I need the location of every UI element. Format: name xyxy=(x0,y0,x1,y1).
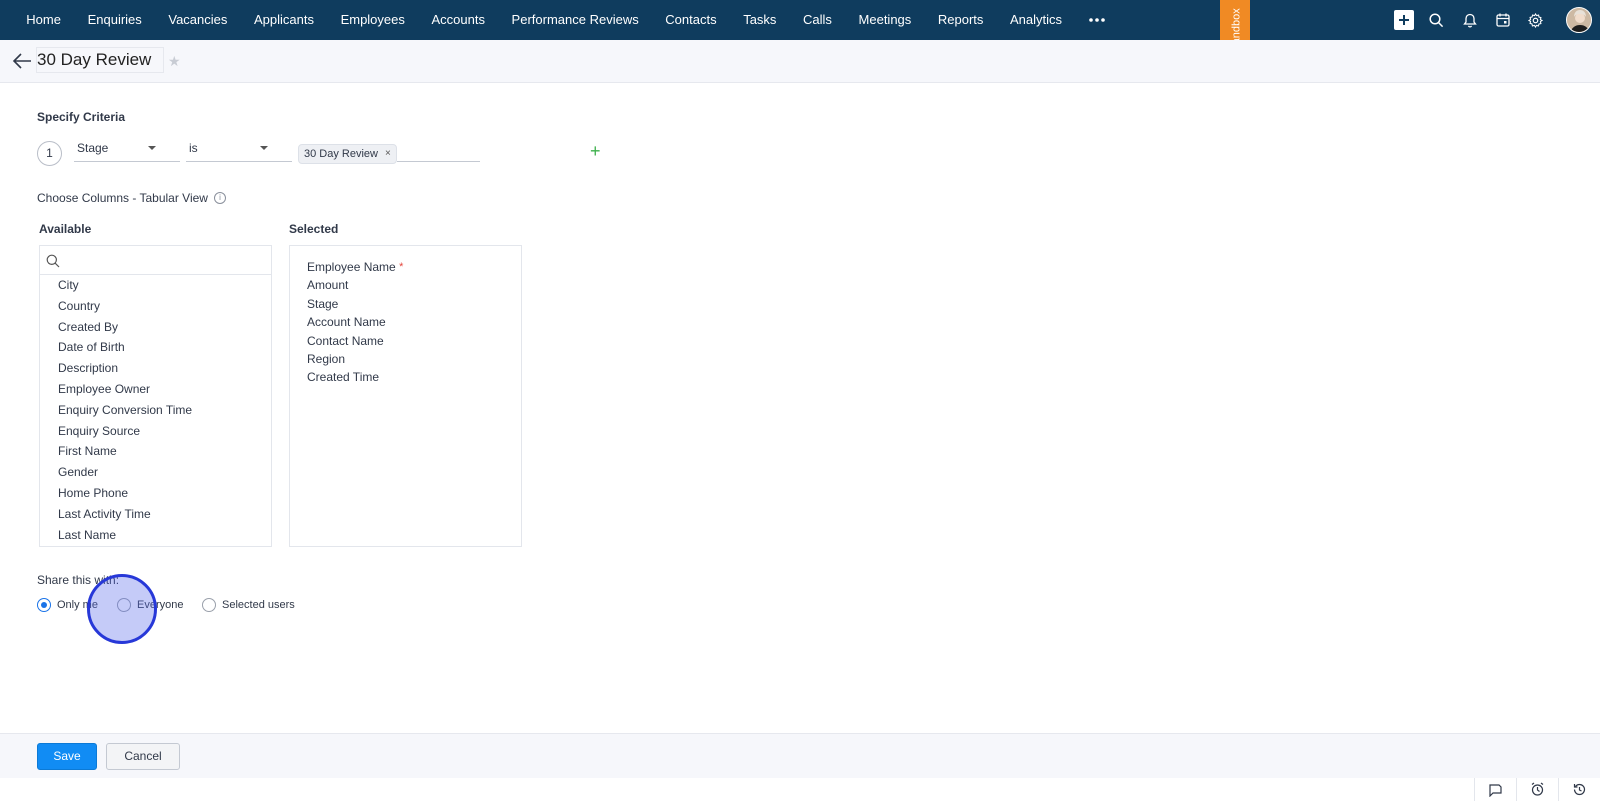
criteria-operator-value: is xyxy=(189,141,198,155)
criteria-value-input[interactable] xyxy=(397,161,480,162)
available-label: Available xyxy=(39,222,92,236)
share-only-me-radio[interactable]: Only me xyxy=(37,598,98,612)
list-item[interactable]: City xyxy=(58,275,271,296)
nav-accounts[interactable]: Accounts xyxy=(418,0,498,40)
radio-icon xyxy=(202,598,216,612)
bottom-toolbar xyxy=(1474,778,1600,801)
nav-contacts[interactable]: Contacts xyxy=(652,0,730,40)
message-icon[interactable] xyxy=(1474,778,1516,801)
avatar[interactable] xyxy=(1566,7,1592,33)
more-horizontal-icon[interactable] xyxy=(1075,0,1119,40)
selected-columns-list: Employee Name * Amount Stage Account Nam… xyxy=(289,245,522,547)
gear-icon[interactable] xyxy=(1519,0,1552,40)
list-item[interactable]: Last Name xyxy=(58,525,271,546)
nav-reports[interactable]: Reports xyxy=(925,0,997,40)
list-item[interactable]: Country xyxy=(58,296,271,317)
list-item[interactable]: Created Time xyxy=(307,368,521,386)
list-item[interactable]: Account Name xyxy=(307,313,521,331)
list-item[interactable]: Gender xyxy=(58,462,271,483)
view-title-bar: 30 Day Review ★ xyxy=(0,40,1600,83)
choose-columns-label: Choose Columns - Tabular View xyxy=(37,191,208,205)
plus-icon[interactable] xyxy=(1387,0,1420,40)
nav-applicants[interactable]: Applicants xyxy=(241,0,328,40)
star-icon[interactable]: ★ xyxy=(168,53,181,70)
list-item[interactable]: Home Phone xyxy=(58,483,271,504)
required-marker: * xyxy=(399,261,404,273)
nav-tasks[interactable]: Tasks xyxy=(730,0,790,40)
list-item[interactable]: Region xyxy=(307,350,521,368)
save-button[interactable]: Save xyxy=(37,743,97,770)
nav-meetings[interactable]: Meetings xyxy=(845,0,924,40)
list-item[interactable]: Amount xyxy=(307,276,521,294)
nav-analytics[interactable]: Analytics xyxy=(997,0,1076,40)
cancel-button[interactable]: Cancel xyxy=(106,743,180,770)
criteria-value-text: 30 Day Review xyxy=(304,148,378,160)
list-item[interactable]: Employee Owner xyxy=(58,379,271,400)
bell-icon[interactable] xyxy=(1453,0,1486,40)
radio-label: Only me xyxy=(57,599,98,611)
list-item[interactable]: Description xyxy=(58,358,271,379)
nav-performance-reviews[interactable]: Performance Reviews xyxy=(498,0,652,40)
bottom-bar xyxy=(0,778,1600,801)
alarm-clock-icon[interactable] xyxy=(1516,778,1558,801)
chevron-down-icon xyxy=(260,146,268,150)
close-icon[interactable]: × xyxy=(385,145,391,163)
nav-enquiries[interactable]: Enquiries xyxy=(74,0,155,40)
list-item[interactable]: Employee Name * xyxy=(307,258,521,276)
list-item[interactable]: First Name xyxy=(58,441,271,462)
list-item[interactable]: Enquiry Source xyxy=(58,421,271,442)
share-everyone-radio[interactable]: Everyone xyxy=(117,598,183,612)
nav-home[interactable]: Home xyxy=(13,0,74,40)
search-icon[interactable] xyxy=(1420,0,1453,40)
radio-icon xyxy=(117,598,131,612)
criteria-field-select[interactable]: Stage xyxy=(74,140,180,162)
list-item[interactable]: Enquiry Conversion Time xyxy=(58,400,271,421)
form-footer: Save Cancel xyxy=(0,733,1600,778)
radio-checked-icon xyxy=(37,598,51,612)
calendar-icon[interactable] xyxy=(1486,0,1519,40)
chevron-down-icon xyxy=(148,146,156,150)
available-columns-list: City Country Created By Date of Birth De… xyxy=(39,245,272,547)
nav-employees[interactable]: Employees xyxy=(327,0,418,40)
nav-utilities xyxy=(1387,0,1600,40)
list-item[interactable]: Stage xyxy=(307,295,521,313)
nav-calls[interactable]: Calls xyxy=(790,0,846,40)
list-item[interactable]: Date of Birth xyxy=(58,337,271,358)
radio-label: Everyone xyxy=(137,599,184,611)
search-icon xyxy=(46,254,60,268)
add-criteria-icon[interactable]: + xyxy=(590,142,601,160)
list-item[interactable]: Last Activity Time xyxy=(58,504,271,525)
list-item[interactable]: Created By xyxy=(58,317,271,338)
view-name-field[interactable]: 30 Day Review xyxy=(36,47,164,73)
criteria-row-number: 1 xyxy=(37,141,62,166)
list-item-label: Employee Name xyxy=(307,260,396,274)
back-arrow-icon[interactable] xyxy=(12,52,32,70)
top-navigation: Home Enquiries Vacancies Applicants Empl… xyxy=(0,0,1600,68)
criteria-value-chip: 30 Day Review × xyxy=(298,144,397,164)
criteria-operator-select[interactable]: is xyxy=(186,140,292,162)
list-item[interactable]: Contact Name xyxy=(307,332,521,350)
history-icon[interactable] xyxy=(1558,778,1600,801)
radio-label: Selected users xyxy=(222,599,295,611)
info-icon[interactable]: i xyxy=(214,192,226,204)
module-tabs: Home Enquiries Vacancies Applicants Empl… xyxy=(0,0,1119,40)
criteria-field-value: Stage xyxy=(77,141,109,155)
share-selected-users-radio[interactable]: Selected users xyxy=(202,598,295,612)
selected-label: Selected xyxy=(289,222,339,236)
share-label: Share this with: xyxy=(37,573,120,587)
criteria-heading: Specify Criteria xyxy=(37,110,126,124)
nav-vacancies[interactable]: Vacancies xyxy=(155,0,241,40)
available-search-input[interactable] xyxy=(40,246,271,275)
